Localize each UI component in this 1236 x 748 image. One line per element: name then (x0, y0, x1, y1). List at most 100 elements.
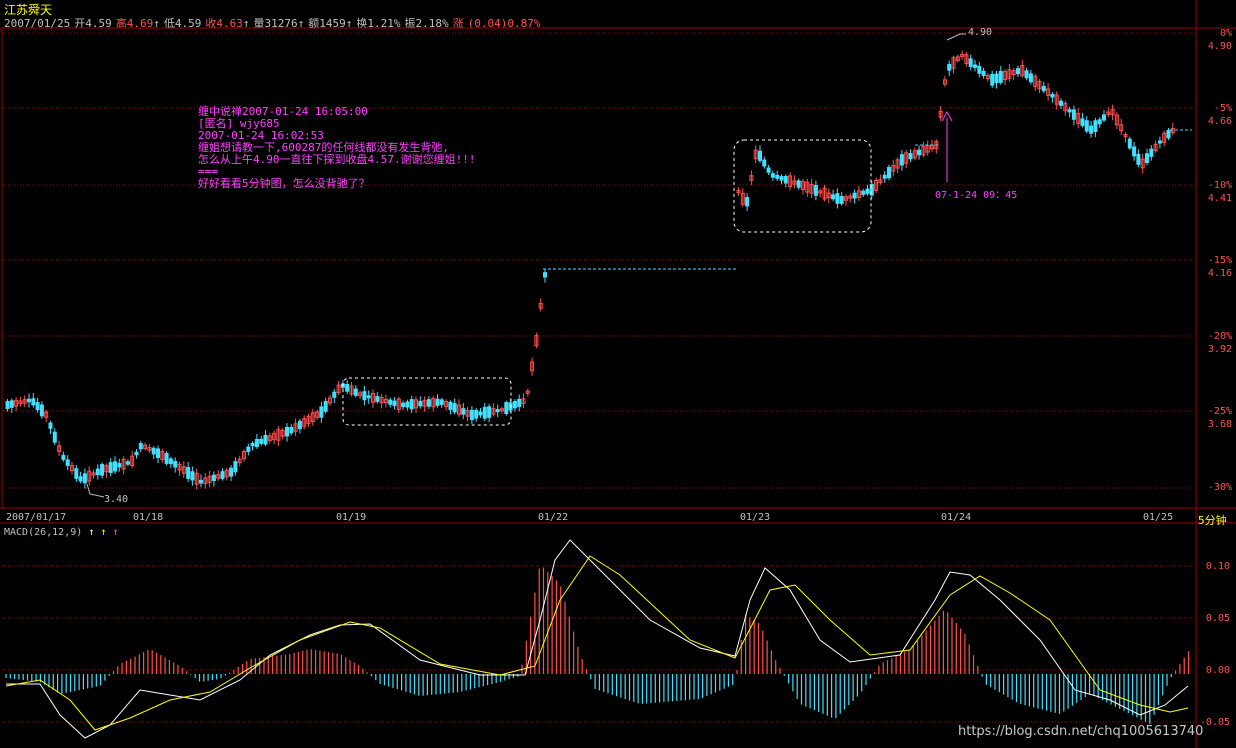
candle-body (323, 400, 328, 412)
candle-body (345, 384, 350, 392)
candle-body (1028, 73, 1033, 83)
period-selector[interactable]: 5分钟 (1198, 512, 1227, 528)
candle-body (409, 399, 414, 410)
candle-body (745, 197, 750, 207)
candle-body (482, 406, 487, 419)
candle-body (426, 399, 431, 407)
candle-body (229, 467, 234, 477)
candle-body (770, 173, 775, 178)
candle-body (285, 426, 289, 437)
comment-line: 好好看看5分钟图，怎么没背驰了？ (198, 177, 370, 190)
candle-body (813, 184, 818, 196)
candle-body (852, 192, 857, 199)
candle-body (478, 411, 483, 416)
candle-body (766, 167, 771, 173)
candle-body (375, 396, 380, 402)
candle-body (156, 448, 160, 459)
candle-body (517, 398, 522, 407)
macd-axis-label: 0.05 (1205, 613, 1230, 624)
candle-body (211, 474, 216, 482)
candle-body (1102, 114, 1106, 121)
date-axis-label: 01/18 (133, 512, 164, 523)
macd-title: MACD(26,12,9) ↑ ↑ ↑ (4, 527, 118, 538)
candle-body (762, 159, 767, 167)
candle-body (968, 58, 973, 67)
candle-body (134, 451, 139, 456)
price-panel-frame (1, 27, 1197, 509)
candle-body (61, 454, 66, 460)
pct-axis-label: -25% (1207, 406, 1232, 417)
candle-body (1059, 100, 1063, 106)
pct-axis-label: -10% (1207, 180, 1232, 191)
candle-body (1166, 129, 1171, 139)
candle-body (48, 422, 53, 429)
price-axis-label: 4.90 (1207, 41, 1232, 52)
candle-body (1093, 120, 1098, 132)
candle-body (839, 196, 844, 204)
watermark: https://blog.csdn.net/chq1005613740 (958, 724, 1204, 739)
candle-body (95, 468, 100, 476)
candle-body (1067, 109, 1072, 113)
candle-body (27, 398, 31, 403)
candle-body (405, 401, 410, 408)
candle-body (1149, 148, 1154, 157)
candle-body (74, 468, 79, 479)
candle-body (796, 180, 801, 188)
candle-body (1071, 109, 1076, 120)
candle-body (250, 442, 255, 447)
pct-axis-label: -30% (1207, 482, 1232, 493)
pct-axis-label: -15% (1207, 255, 1232, 266)
candle-body (977, 65, 982, 74)
candle-body (65, 459, 70, 467)
candle-body (1041, 85, 1046, 92)
candle-body (388, 399, 393, 405)
grid-lines (2, 32, 1196, 723)
price-axis-label: 4.66 (1207, 116, 1232, 127)
price-axis-label: 4.41 (1207, 193, 1232, 204)
candlestick-series (5, 50, 1175, 490)
candle-body (865, 188, 870, 195)
candle-body (994, 73, 999, 84)
up-arrow-icon: ↑ (88, 527, 95, 538)
chart-canvas[interactable] (0, 0, 1236, 748)
price-axis-label: 3.68 (1207, 419, 1232, 430)
candle-body (998, 70, 1003, 83)
up-arrow-icon: ↑ (112, 527, 119, 538)
candle-body (461, 408, 466, 415)
comment-line: 怎么从上午4.90一直往下探到收盘4.57.谢谢您缠姐!!! (198, 153, 476, 166)
macd-dea-line (5, 555, 1189, 731)
candle-body (297, 420, 302, 430)
candle-body (319, 406, 324, 418)
date-axis-label: 01/22 (538, 512, 569, 523)
macd-title-text: MACD(26,12,9) (4, 527, 83, 538)
candle-body (220, 471, 225, 479)
candle-body (543, 272, 547, 278)
candle-body (1089, 125, 1094, 134)
candle-body (1084, 120, 1089, 132)
candle-body (908, 153, 913, 160)
high-price-label: 4.90 (968, 27, 993, 38)
candle-body (173, 461, 178, 468)
date-axis-label: 01/24 (941, 512, 972, 523)
candle-body (1127, 138, 1132, 149)
candle-body (35, 402, 40, 411)
candle-body (1097, 119, 1102, 125)
candle-body (439, 399, 444, 405)
pct-axis-label: -5% (1213, 103, 1232, 114)
candle-body (254, 438, 259, 447)
candle-body (452, 403, 457, 413)
candle-body (199, 479, 203, 484)
candle-body (31, 398, 36, 406)
candle-body (5, 400, 10, 410)
candle-body (469, 409, 474, 421)
candle-body (775, 174, 780, 179)
candle-body (512, 401, 517, 409)
date-axis-label: 01/25 (1143, 512, 1174, 523)
candle-body (9, 400, 14, 408)
candle-body (117, 463, 122, 468)
candle-body (1132, 146, 1137, 157)
candle-body (495, 409, 500, 413)
candle-body (52, 431, 57, 443)
candle-body (990, 73, 995, 86)
candle-body (233, 461, 238, 473)
